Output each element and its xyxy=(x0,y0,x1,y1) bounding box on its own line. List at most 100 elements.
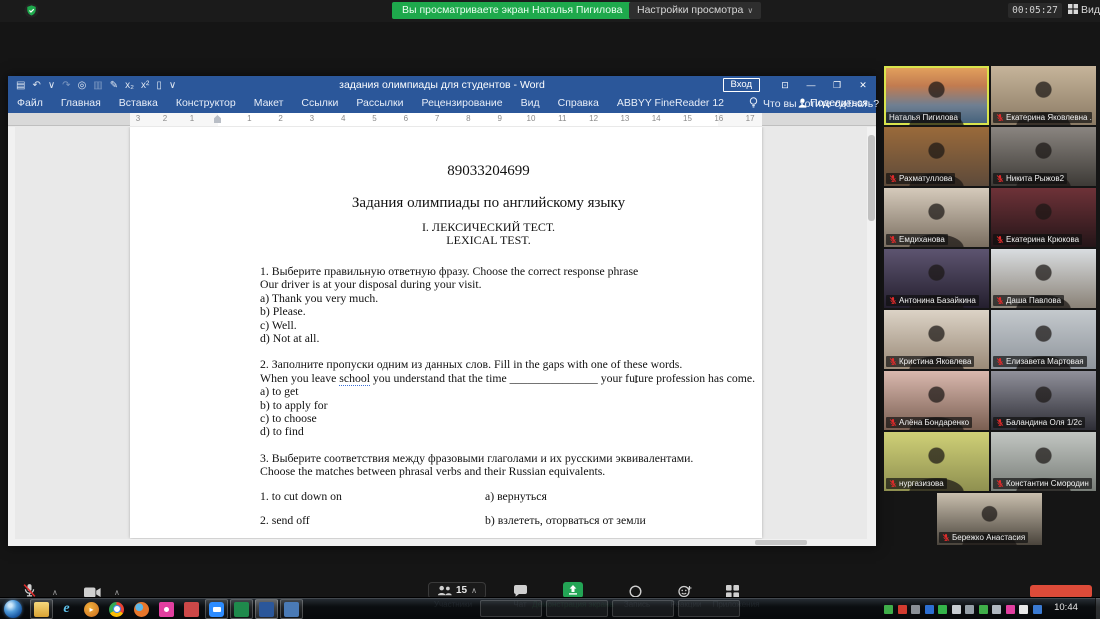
participant-tile[interactable]: Наталья Пигилова xyxy=(884,66,989,125)
ribbon-tab-Справка[interactable]: Справка xyxy=(549,94,608,113)
participant-tile[interactable]: Антонина Базайкина xyxy=(884,249,989,308)
participant-tile[interactable]: Бережко Анастасия xyxy=(937,493,1042,545)
scrollbar-thumb[interactable] xyxy=(755,540,807,545)
document-page[interactable]: 89033204699 Задания олимпиады по английс… xyxy=(130,127,762,538)
print-preview-icon[interactable]: ◎ xyxy=(78,80,87,91)
participant-tile[interactable]: Даша Павлова xyxy=(991,249,1096,308)
ruler-number: 5 xyxy=(372,114,377,123)
participant-tile[interactable]: Баландина Оля 1/2с xyxy=(991,371,1096,430)
internet-explorer-taskbar-button[interactable]: e xyxy=(55,599,78,619)
view-settings-button[interactable]: Настройки просмотра ∨ xyxy=(629,2,762,19)
ribbon-tab-Рассылки[interactable]: Рассылки xyxy=(347,94,412,113)
explorer-taskbar-button[interactable] xyxy=(30,599,53,619)
taskbar-window-button[interactable] xyxy=(480,600,542,617)
ribbon-display-options-button[interactable]: ⊡ xyxy=(772,76,798,94)
excel-taskbar-button[interactable] xyxy=(230,599,253,619)
ribbon-tab-Вид[interactable]: Вид xyxy=(512,94,549,113)
participant-name-badge: Антонина Базайкина xyxy=(886,295,979,306)
ribbon-tab-Рецензирование[interactable]: Рецензирование xyxy=(413,94,512,113)
participant-tile[interactable]: Емдиханова xyxy=(884,188,989,247)
taskbar-window-button[interactable] xyxy=(546,600,608,617)
participant-tile[interactable]: нургазизова xyxy=(884,432,989,491)
chart-green-icon[interactable] xyxy=(884,605,893,614)
close-button[interactable]: ✕ xyxy=(850,76,876,94)
participant-name-badge: Алёна Бондаренко xyxy=(886,417,973,428)
word-taskbar-button[interactable] xyxy=(255,599,278,619)
screen: Вы просматриваете экран Наталья Пигилова… xyxy=(0,0,1100,619)
copy-icon[interactable]: ▥ xyxy=(93,80,102,91)
red-app-taskbar-button[interactable] xyxy=(180,599,203,619)
superscript-icon[interactable]: x² xyxy=(141,80,149,91)
undo-caret-icon[interactable]: ∨ xyxy=(48,80,55,91)
ribbon-tab-ABBYY FineReader 12[interactable]: ABBYY FineReader 12 xyxy=(608,94,733,113)
share-button[interactable]: Поделиться xyxy=(798,94,868,113)
pink-app-taskbar-button[interactable] xyxy=(155,599,178,619)
participant-tile[interactable]: Екатерина Яковлевна ... xyxy=(991,66,1096,125)
ruler-number: 2 xyxy=(278,114,283,123)
restore-button[interactable]: ❐ xyxy=(824,76,850,94)
answer-option: b) to apply for xyxy=(260,398,328,412)
qat-more-icon[interactable]: ∨ xyxy=(169,80,176,91)
start-button[interactable] xyxy=(4,600,22,618)
share-screen-button[interactable] xyxy=(563,582,583,598)
participant-name-badge: Емдиханова xyxy=(886,234,948,245)
volume-icon[interactable] xyxy=(1019,605,1028,614)
redo-icon[interactable]: ↷ xyxy=(62,80,70,91)
camera-options-caret-icon[interactable]: ∧ xyxy=(114,588,120,597)
ribbon-tab-Файл[interactable]: Файл xyxy=(8,94,52,113)
participant-name: Екатерина Крюкова xyxy=(1006,235,1080,244)
ruler-number: 11 xyxy=(558,114,567,123)
horizontal-scrollbar[interactable] xyxy=(15,539,867,546)
ribbon-tab-Ссылки[interactable]: Ссылки xyxy=(292,94,347,113)
network-icon[interactable] xyxy=(965,605,974,614)
taskbar-window-button[interactable] xyxy=(678,600,740,617)
context-text: you understand that the time ___________… xyxy=(369,371,756,385)
chrome-taskbar-button[interactable] xyxy=(105,599,128,619)
horizontal-ruler[interactable]: 3 2 1 1 2 3 4 5 6 7 8 9 10 11 12 13 14 15 16 17 xyxy=(8,113,876,126)
view-button[interactable]: Вид xyxy=(1068,4,1100,16)
participant-tile[interactable]: Екатерина Крюкова xyxy=(991,188,1096,247)
firefox-taskbar-button[interactable] xyxy=(130,599,153,619)
signin-button[interactable]: Вход xyxy=(722,78,760,92)
ribbon-tab-Конструктор[interactable]: Конструктор xyxy=(167,94,245,113)
save-icon[interactable]: ▤ xyxy=(16,80,25,91)
security-shield-icon[interactable] xyxy=(24,3,39,23)
undo-icon[interactable]: ↶ xyxy=(32,80,40,91)
ruler-number: 6 xyxy=(403,114,409,123)
scrollbar-thumb[interactable] xyxy=(868,135,875,221)
answer-option: c) Well. xyxy=(260,318,297,332)
participant-tile[interactable]: Елизавета Мартовая xyxy=(991,310,1096,369)
clipboard-icon[interactable] xyxy=(992,605,1001,614)
ribbon-tab-Макет[interactable]: Макет xyxy=(245,94,293,113)
ribbon-tab-Вставка[interactable]: Вставка xyxy=(110,94,167,113)
show-desktop-button[interactable] xyxy=(1095,598,1100,619)
participant-tile[interactable]: Рахматуллова xyxy=(884,127,989,186)
blue-app-taskbar-button[interactable] xyxy=(280,599,303,619)
record-red-icon[interactable] xyxy=(897,605,907,614)
participant-name: Елизавета Мартовая xyxy=(1006,357,1084,366)
windows-update-icon[interactable] xyxy=(1032,605,1042,614)
subscript-icon[interactable]: x₂ xyxy=(125,80,134,91)
flag-alert-icon[interactable] xyxy=(951,605,961,614)
taskbar-window-button[interactable] xyxy=(612,600,674,617)
sync-green-icon[interactable] xyxy=(938,605,947,614)
participant-tile[interactable]: Кристина Яковлева xyxy=(884,310,989,369)
participant-tile[interactable]: Константин Смородин xyxy=(991,432,1096,491)
mic-options-caret-icon[interactable]: ∧ xyxy=(52,588,58,597)
vertical-scrollbar[interactable] xyxy=(867,127,876,546)
format-painter-icon[interactable]: ✎ xyxy=(110,80,118,91)
participant-name: Никита Рыжов2 xyxy=(1006,174,1065,183)
media-player-taskbar-button[interactable]: ▸ xyxy=(80,599,103,619)
participant-name-badge: Елизавета Мартовая xyxy=(993,356,1087,367)
participant-tile[interactable]: Алёна Бондаренко xyxy=(884,371,989,430)
new-doc-icon[interactable]: ▯ xyxy=(156,80,162,91)
check-green-icon[interactable] xyxy=(978,605,988,614)
participant-name: Даша Павлова xyxy=(1006,296,1062,305)
blue-app-icon[interactable] xyxy=(924,605,934,614)
ribbon-tab-Главная[interactable]: Главная xyxy=(52,94,110,113)
gray-app-icon[interactable] xyxy=(911,605,920,614)
heart-pink-icon[interactable] xyxy=(1005,605,1015,614)
minimize-button[interactable]: — xyxy=(798,76,824,94)
zoom-app-taskbar-button[interactable] xyxy=(205,599,228,619)
participant-tile[interactable]: Никита Рыжов2 xyxy=(991,127,1096,186)
